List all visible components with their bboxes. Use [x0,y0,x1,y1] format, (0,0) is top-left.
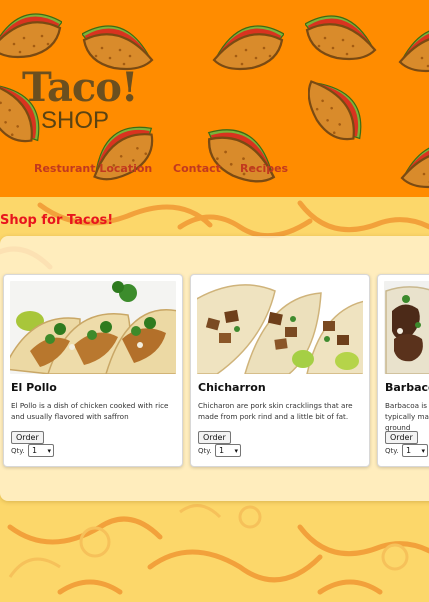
product-name: El Pollo [11,381,57,394]
product-name: Barbacoa [385,381,429,394]
product-image [384,281,429,374]
chevron-down-icon: ▾ [47,447,51,455]
quantity-select[interactable]: 1 ▾ [402,444,428,457]
logo-subtitle: SHOP [41,107,110,134]
product-panel: El Pollo El Pollo is a dish of chicken c… [0,236,429,501]
order-button[interactable]: Order [385,431,418,444]
product-description: El Pollo is a dish of chicken cooked wit… [11,401,169,421]
quantity-select[interactable]: 1 ▾ [28,444,54,457]
taco-decoration [308,72,368,144]
quantity-select[interactable]: 1 ▾ [215,444,241,457]
product-name: Chicharron [198,381,266,394]
order-button[interactable]: Order [198,431,231,444]
quantity-label: Qty. [11,447,25,455]
quantity-value: 1 [406,446,412,455]
quantity-label: Qty. [198,447,212,455]
taco-decoration [212,14,284,74]
shop-section-title: Shop for Tacos! [0,213,114,228]
site-logo[interactable]: Taco! SHOP [22,64,138,134]
product-card: Chicharron Chicharon are pork skin crack… [190,274,370,467]
product-image [197,281,363,374]
product-card: El Pollo El Pollo is a dish of chicken c… [3,274,183,467]
nav-link-contact[interactable]: Contact [173,162,221,175]
quantity-value: 1 [32,446,38,455]
product-description: Chicharon are pork skin cracklings that … [198,401,353,421]
taco-decoration [305,4,377,64]
quantity-value: 1 [219,446,225,455]
nav-link-recipes[interactable]: Recipes [240,162,288,175]
product-image [10,281,176,374]
product-description: Barbacoa is a form of cooking meat that … [385,401,429,432]
taco-decoration [0,2,62,62]
product-card: Barbacoa Barbacoa is a form of cooking m… [377,274,429,467]
nav-link-restaurant-location[interactable]: Resturant Location [34,162,152,175]
quantity-label: Qty. [385,447,399,455]
chevron-down-icon: ▾ [234,447,238,455]
chevron-down-icon: ▾ [421,447,425,455]
main-nav: Resturant Location Contact Recipes [0,162,429,182]
logo-title: Taco! [22,64,138,111]
order-button[interactable]: Order [11,431,44,444]
site-header: Taco! SHOP Resturant Location Contact Re… [0,0,429,197]
taco-decoration [398,16,429,76]
